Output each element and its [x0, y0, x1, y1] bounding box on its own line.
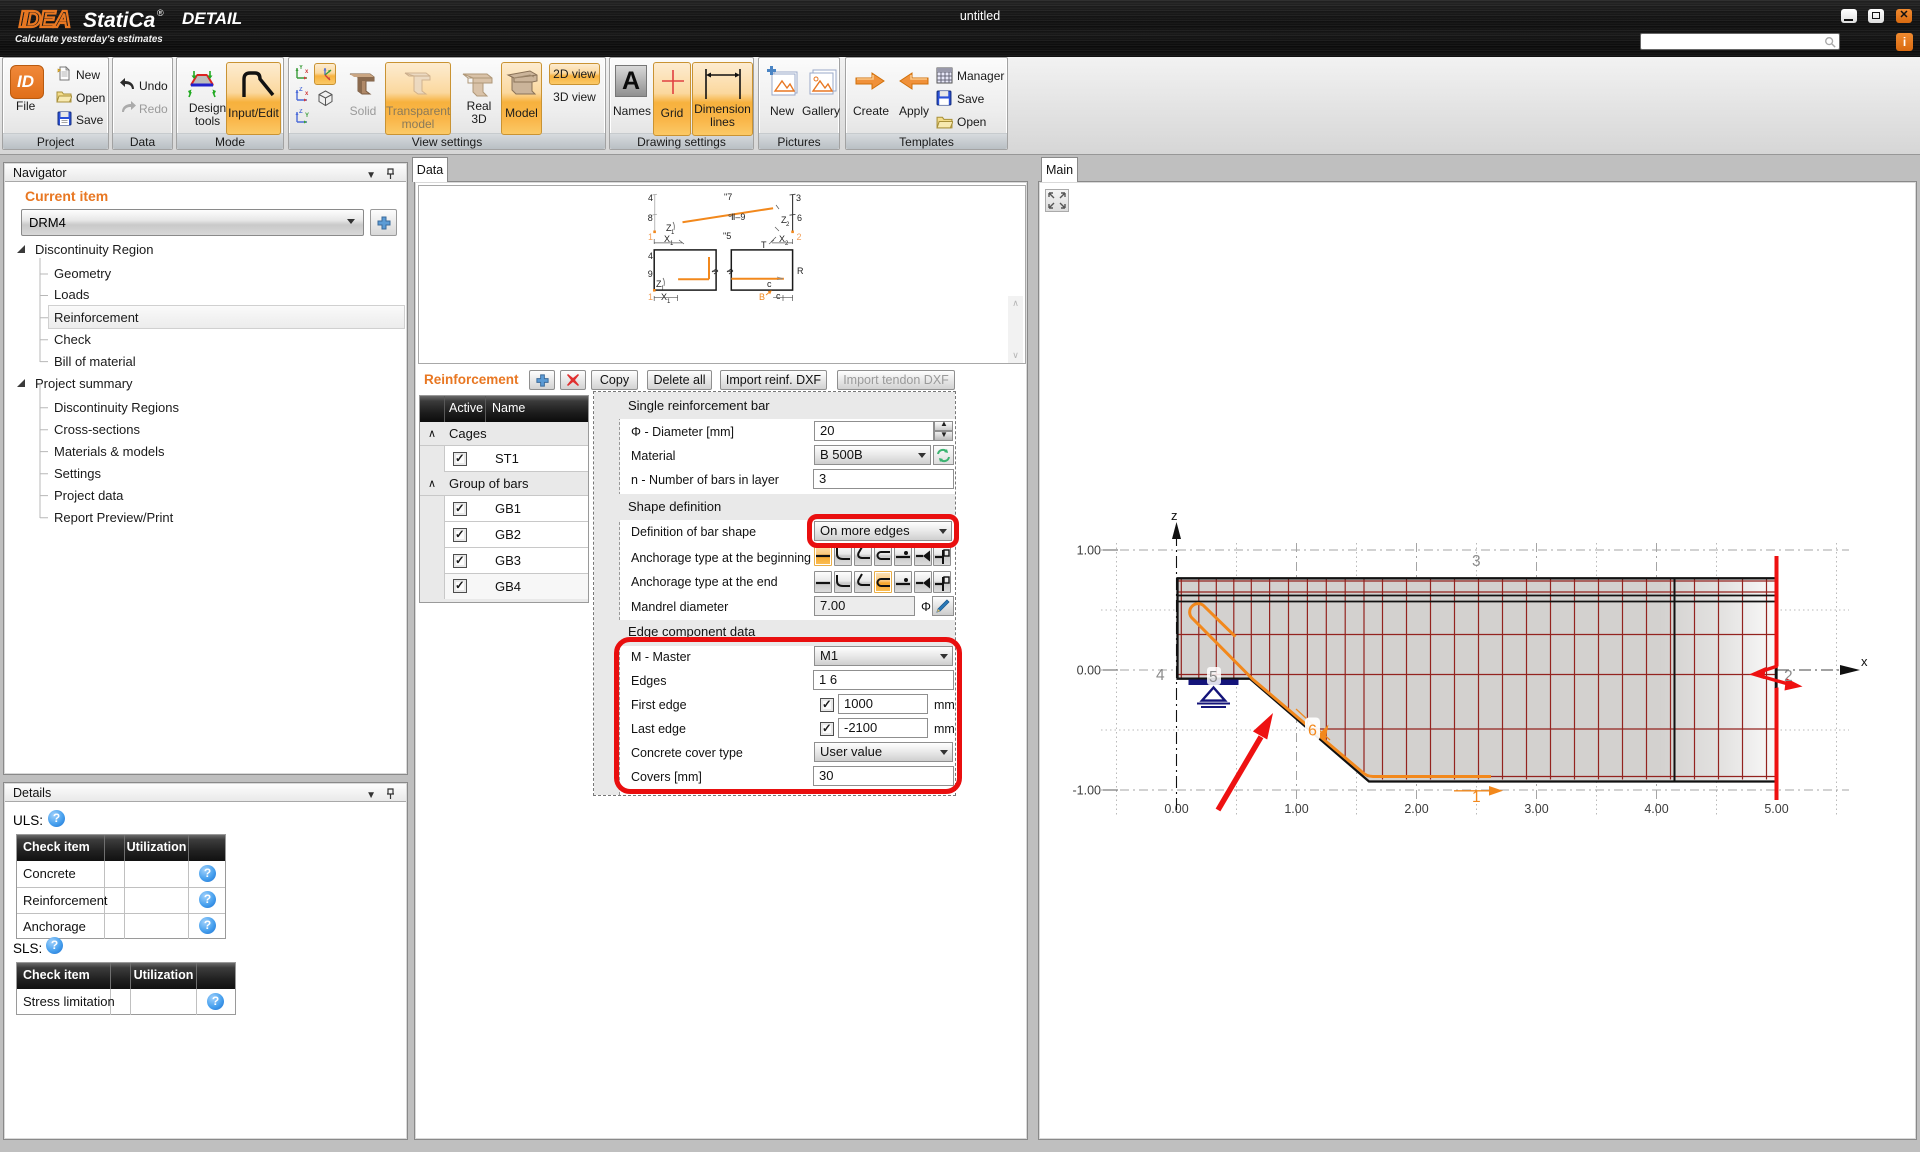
- svg-text:R: R: [797, 266, 804, 276]
- svg-text:Y: Y: [299, 65, 303, 71]
- svg-text:c: c: [776, 291, 781, 301]
- svg-text:4: 4: [648, 193, 653, 203]
- svg-text:3: 3: [1472, 553, 1481, 570]
- svg-text:1: 1: [1472, 789, 1481, 806]
- svg-text:"5: "5: [723, 231, 731, 241]
- svg-text:z: z: [1171, 508, 1178, 523]
- svg-text:1: 1: [671, 230, 675, 236]
- svg-text:T: T: [761, 240, 767, 250]
- svg-text:4.00: 4.00: [1644, 802, 1668, 816]
- svg-text:Y: Y: [305, 113, 309, 119]
- svg-text:x: x: [1861, 654, 1868, 669]
- svg-text:5.00: 5.00: [1764, 802, 1788, 816]
- svg-text:IDEA: IDEA: [19, 6, 70, 32]
- svg-text:"7: "7: [724, 192, 732, 202]
- svg-text:B: B: [759, 292, 765, 302]
- svg-text:4: 4: [648, 251, 653, 261]
- svg-text:Ⅱ–9: Ⅱ–9: [731, 212, 745, 222]
- svg-text:5: 5: [1209, 669, 1218, 686]
- svg-text:®: ®: [157, 8, 164, 18]
- svg-text:3: 3: [796, 193, 801, 203]
- svg-text:9: 9: [648, 269, 653, 279]
- svg-text:1.00: 1.00: [1077, 544, 1101, 558]
- svg-text:1: 1: [648, 232, 653, 242]
- svg-text:x: x: [305, 69, 309, 75]
- svg-text:8: 8: [648, 213, 653, 223]
- svg-text:1: 1: [670, 241, 674, 247]
- svg-text:c: c: [767, 279, 772, 289]
- svg-text:x: x: [305, 91, 309, 97]
- svg-text:2: 2: [786, 222, 790, 228]
- svg-text:2: 2: [1784, 668, 1793, 685]
- svg-text:3.00: 3.00: [1524, 802, 1548, 816]
- svg-text:1: 1: [667, 299, 671, 305]
- svg-text:1: 1: [648, 292, 653, 302]
- svg-text:0.00: 0.00: [1077, 664, 1101, 678]
- svg-text:6: 6: [1308, 723, 1317, 740]
- svg-text:2: 2: [797, 232, 802, 242]
- svg-text:StatiCa: StatiCa: [83, 9, 156, 32]
- svg-text:2: 2: [785, 241, 789, 247]
- svg-text:Z: Z: [299, 109, 303, 115]
- svg-text:1.00: 1.00: [1284, 802, 1308, 816]
- svg-text:2.00: 2.00: [1404, 802, 1428, 816]
- svg-text:Z: Z: [299, 87, 303, 93]
- svg-text:-1.00: -1.00: [1073, 784, 1102, 798]
- svg-text:4: 4: [1156, 667, 1165, 684]
- svg-text:6: 6: [797, 213, 802, 223]
